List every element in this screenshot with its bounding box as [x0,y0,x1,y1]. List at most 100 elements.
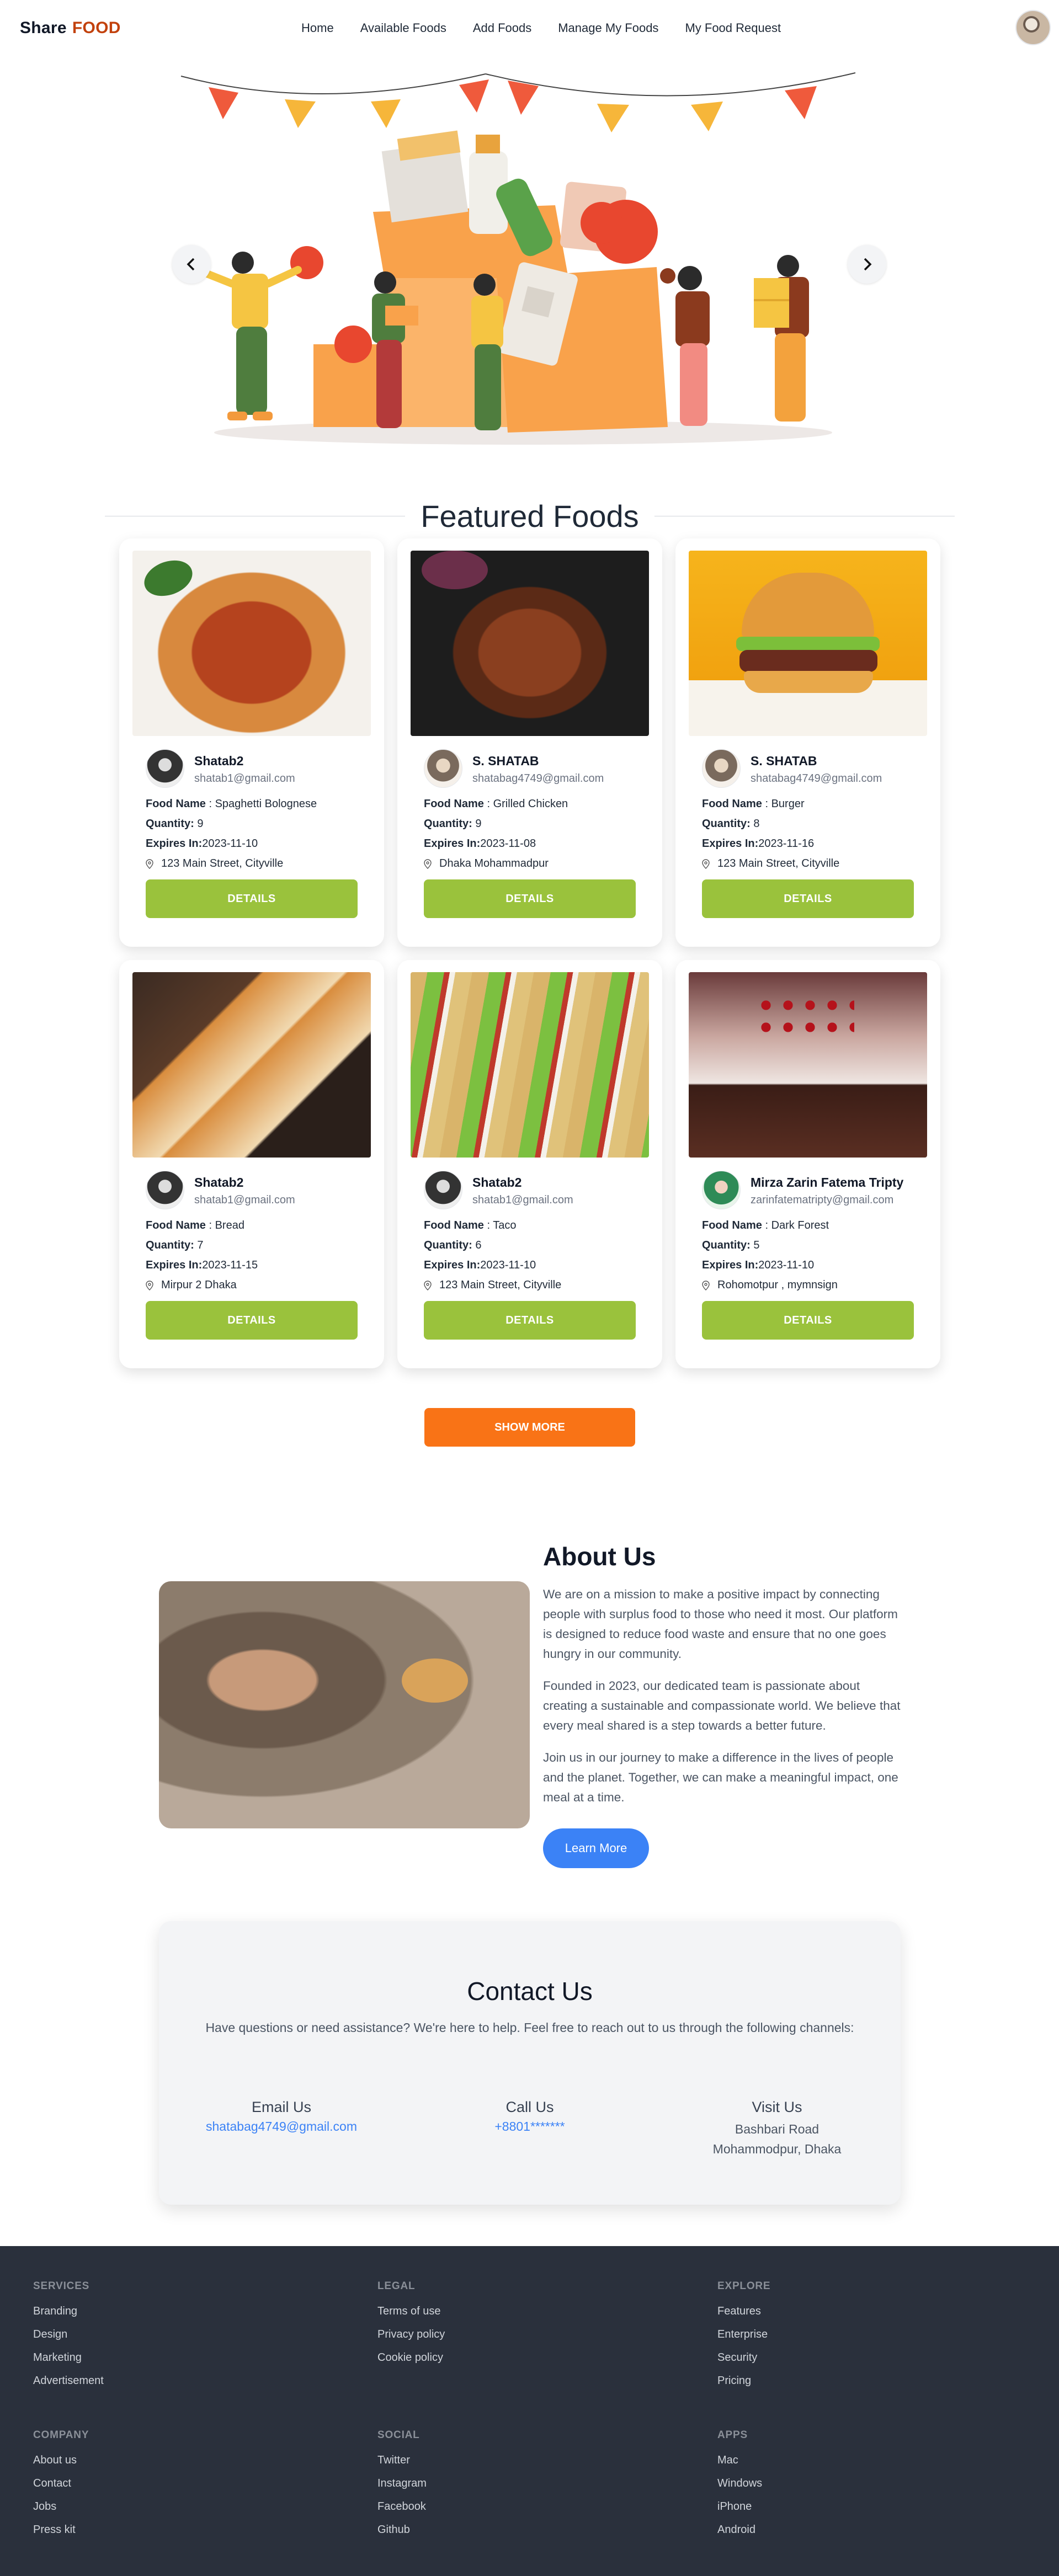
nav-link-add-foods[interactable]: Add Foods [473,21,531,35]
location-pin-icon [146,859,153,869]
footer-link[interactable]: iPhone [717,2500,762,2514]
quantity-value: 5 [753,1239,760,1251]
carousel-prev-button[interactable] [172,245,211,284]
food-name-label: Food Name [146,1219,206,1231]
location-value: Dhaka Mohammadpur [439,857,549,870]
food-card: S. SHATAB shatabag4749@gmail.com Food Na… [397,538,662,947]
footer-link[interactable]: Branding [33,2305,104,2318]
footer-link[interactable]: Advertisement [33,2374,104,2388]
food-card: Shatab2 shatab1@gmail.com Food Name : Br… [119,960,384,1368]
footer-link[interactable]: Instagram [377,2477,427,2490]
footer-link[interactable]: Design [33,2328,104,2342]
footer-link[interactable]: Cookie policy [377,2351,445,2365]
footer-link[interactable]: Press kit [33,2523,89,2537]
footer-apps: APPS Mac Windows iPhone Android [717,2429,762,2546]
details-button[interactable]: DETAILS [424,879,636,918]
quantity-row: Quantity: 5 [702,1239,759,1252]
carousel-next-button[interactable] [848,245,886,284]
show-more-button[interactable]: SHOW MORE [424,1408,635,1447]
quantity-label: Quantity: [424,1239,472,1251]
food-name-label: Food Name [424,798,484,810]
food-name-value: Dark Forest [771,1219,829,1231]
footer-link[interactable]: Github [377,2523,427,2537]
expires-label: Expires In: [424,838,481,850]
footer-link[interactable]: Security [717,2351,770,2365]
footer-link[interactable]: Terms of use [377,2305,445,2318]
location-row: Mirpur 2 Dhaka [146,1279,237,1292]
food-name-row: Food Name : Bread [146,1219,244,1231]
expires-row: Expires In:2023-11-10 [702,1259,814,1272]
owner-name: Shatab2 [194,1175,244,1190]
expires-value: 2023-11-08 [480,838,536,850]
food-image-burger [689,551,927,736]
learn-more-button[interactable]: Learn More [543,1828,649,1868]
footer-link[interactable]: Contact [33,2477,89,2490]
quantity-label: Quantity: [146,818,194,830]
owner-name: Shatab2 [472,1175,522,1190]
food-name-label: Food Name [424,1219,484,1231]
footer-link[interactable]: Windows [717,2477,762,2490]
footer-link[interactable]: About us [33,2454,89,2467]
footer-link[interactable]: Mac [717,2454,762,2467]
expires-value: 2023-11-10 [480,1259,536,1271]
location-row: Rohomotpur , mymnsign [702,1279,838,1292]
footer: SERVICES Branding Design Marketing Adver… [0,2246,1059,2576]
owner-email: shatab1@gmail.com [472,1194,573,1206]
footer-link[interactable]: Jobs [33,2500,89,2514]
nav-link-available-foods[interactable]: Available Foods [360,21,446,35]
nav-link-manage-my-foods[interactable]: Manage My Foods [558,21,658,35]
expires-label: Expires In: [146,1259,203,1271]
details-button[interactable]: DETAILS [702,879,914,918]
expires-label: Expires In: [702,838,759,850]
owner-email: shatabag4749@gmail.com [472,772,604,785]
contact-section: Contact Us Have questions or need assist… [159,1921,901,2205]
nav-link-home[interactable]: Home [301,21,334,35]
user-avatar[interactable] [1015,10,1051,45]
contact-phone-link[interactable]: +8801******* [419,2119,640,2134]
footer-link[interactable]: Twitter [377,2454,427,2467]
hero-illustration [180,72,856,445]
contact-email-link[interactable]: shatabag4749@gmail.com [171,2119,392,2134]
location-value: 123 Main Street, Cityville [717,857,840,870]
featured-title-row: Featured Foods [105,497,955,535]
contact-subtitle: Have questions or need assistance? We're… [205,2020,854,2035]
quantity-value: 6 [475,1239,482,1251]
details-button[interactable]: DETAILS [146,1301,358,1340]
about-paragraph: We are on a mission to make a positive i… [543,1587,898,1661]
footer-link[interactable]: Android [717,2523,762,2537]
footer-link[interactable]: Privacy policy [377,2328,445,2342]
footer-link[interactable]: Enterprise [717,2328,770,2342]
quantity-value: 9 [475,818,482,830]
contact-call-heading: Call Us [505,2099,554,2115]
footer-company: COMPANY About us Contact Jobs Press kit [33,2429,89,2546]
expires-value: 2023-11-15 [202,1259,258,1271]
owner-email: shatab1@gmail.com [194,772,295,785]
brand-logo[interactable]: Share FOOD [20,19,121,38]
footer-link[interactable]: Pricing [717,2374,770,2388]
details-button[interactable]: DETAILS [146,879,358,918]
footer-link[interactable]: Marketing [33,2351,104,2365]
food-name-row: Food Name : Burger [702,798,805,810]
food-name-row: Food Name : Grilled Chicken [424,798,568,810]
food-card: Mirza Zarin Fatema Tripty zarinfatematri… [675,960,940,1368]
details-button[interactable]: DETAILS [702,1301,914,1340]
footer-heading: APPS [717,2429,748,2441]
food-name-value: Spaghetti Bolognese [215,798,317,810]
location-row: 123 Main Street, Cityville [146,857,283,870]
footer-heading: SERVICES [33,2280,90,2292]
expires-value: 2023-11-10 [202,838,258,850]
nav-link-my-food-request[interactable]: My Food Request [685,21,781,35]
food-card: Shatab2 shatab1@gmail.com Food Name : Ta… [397,960,662,1368]
food-card: Shatab2 shatab1@gmail.com Food Name : Sp… [119,538,384,947]
footer-link[interactable]: Facebook [377,2500,427,2514]
contact-visit-block: Visit Us Bashbari Road Mohammodpur, Dhak… [667,2099,887,2159]
location-row: Dhaka Mohammadpur [424,857,549,870]
food-image-dark-forest-cake [689,972,927,1158]
footer-link[interactable]: Features [717,2305,770,2318]
quantity-label: Quantity: [146,1239,194,1251]
quantity-value: 8 [753,818,760,830]
navbar: Share FOOD Home Available Foods Add Foods… [0,0,1059,57]
details-button[interactable]: DETAILS [424,1301,636,1340]
about-title: About Us [543,1542,656,1571]
footer-heading: SOCIAL [377,2429,420,2441]
